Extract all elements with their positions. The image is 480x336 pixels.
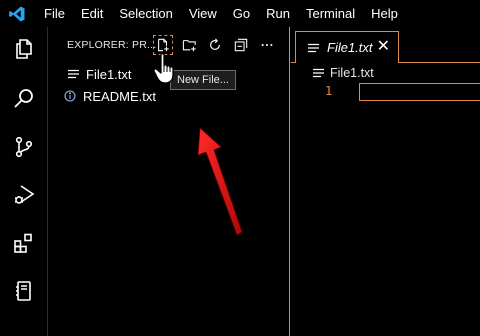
more-icon[interactable] — [257, 35, 277, 55]
breadcrumb[interactable]: File1.txt — [291, 63, 480, 83]
run-debug-icon[interactable] — [8, 179, 40, 211]
explorer-icon[interactable] — [8, 33, 40, 65]
file-name: File1.txt — [86, 66, 132, 82]
notebook-icon[interactable] — [8, 275, 40, 307]
file-lines-icon — [66, 69, 80, 79]
file-name: README.txt — [83, 88, 156, 104]
tab-file1[interactable]: File1.txt ✕ — [295, 31, 399, 63]
extensions-icon[interactable] — [8, 227, 40, 259]
menu-selection[interactable]: Selection — [111, 0, 180, 27]
current-line-highlight — [359, 83, 480, 101]
explorer-title: EXPLORER: PR... — [67, 39, 157, 51]
file-lines-icon — [308, 43, 319, 53]
close-icon[interactable]: ✕ — [377, 38, 390, 56]
menu-edit[interactable]: Edit — [73, 0, 111, 27]
title-bar: File Edit Selection View Go Run Terminal… — [0, 0, 480, 27]
collapse-all-icon[interactable] — [231, 35, 251, 55]
code-line[interactable]: 1 — [291, 83, 480, 103]
vscode-logo-icon — [0, 0, 34, 27]
source-control-icon[interactable] — [8, 131, 40, 163]
menu-terminal[interactable]: Terminal — [298, 0, 363, 27]
search-icon[interactable] — [8, 83, 40, 115]
editor-tabs: File1.txt ✕ — [291, 27, 480, 63]
editor-area: File1.txt ✕ File1.txt 1 — [291, 27, 480, 336]
line-number: 1 — [325, 84, 333, 98]
menu-file[interactable]: File — [34, 0, 73, 27]
refresh-icon[interactable] — [205, 35, 225, 55]
file-item-readme[interactable]: README.txt — [48, 85, 289, 107]
tab-label: File1.txt — [327, 40, 373, 55]
menu-view[interactable]: View — [181, 0, 225, 27]
file-lines-icon — [313, 68, 324, 78]
info-icon — [63, 90, 77, 102]
breadcrumb-file: File1.txt — [330, 66, 374, 80]
menu-run[interactable]: Run — [258, 0, 298, 27]
activity-bar — [0, 27, 48, 336]
annotation-arrow-icon — [197, 127, 243, 236]
hand-cursor-icon — [153, 53, 174, 84]
menu-help[interactable]: Help — [363, 0, 406, 27]
new-folder-icon[interactable] — [179, 35, 199, 55]
menu-bar: File Edit Selection View Go Run Terminal… — [34, 0, 406, 27]
menu-go[interactable]: Go — [225, 0, 258, 27]
